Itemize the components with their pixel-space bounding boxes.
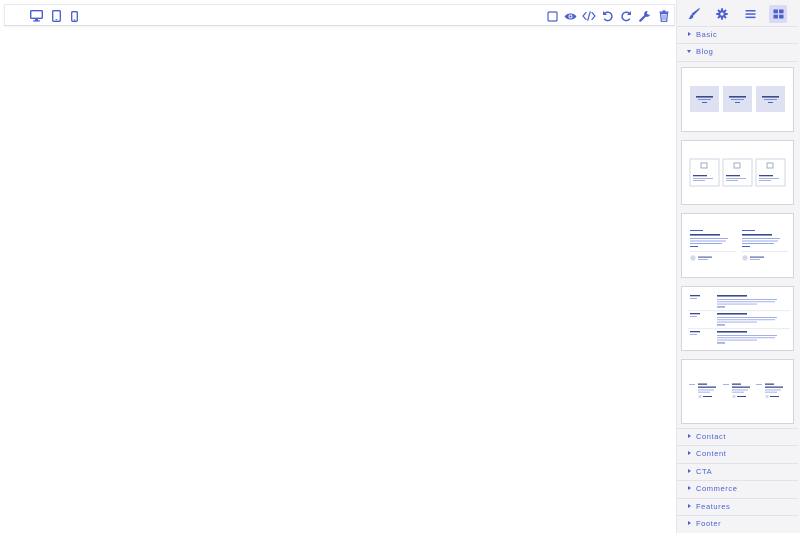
category-label: CTA bbox=[696, 467, 713, 476]
blog-block-5-icon bbox=[689, 383, 783, 399]
mobile-icon[interactable] bbox=[66, 8, 82, 24]
caret-right-icon bbox=[688, 469, 691, 473]
category-blog[interactable]: Blog bbox=[677, 43, 798, 60]
category-label: Features bbox=[696, 502, 731, 511]
category-basic[interactable]: Basic bbox=[677, 26, 798, 43]
category-cta[interactable]: CTA bbox=[677, 463, 798, 480]
caret-right-icon bbox=[688, 521, 691, 525]
redo-icon[interactable] bbox=[618, 8, 634, 24]
blog-block-5[interactable] bbox=[681, 359, 794, 424]
caret-right-icon bbox=[688, 504, 691, 508]
category-content[interactable]: Content bbox=[677, 445, 798, 462]
blog-block-2-icon bbox=[689, 158, 786, 187]
category-footer[interactable]: Footer bbox=[677, 515, 798, 533]
blog-block-2[interactable] bbox=[681, 140, 794, 205]
editor-canvas[interactable] bbox=[0, 27, 676, 533]
tablet-icon[interactable] bbox=[48, 8, 64, 24]
blog-block-1-icon bbox=[690, 86, 785, 112]
desktop-icon[interactable] bbox=[28, 8, 44, 24]
category-label: Contact bbox=[696, 432, 727, 441]
code-icon[interactable] bbox=[581, 8, 597, 24]
caret-right-icon bbox=[688, 434, 691, 438]
trash-icon[interactable] bbox=[656, 8, 672, 24]
eye-icon[interactable] bbox=[562, 8, 578, 24]
gear-icon[interactable] bbox=[713, 5, 731, 23]
category-label: Content bbox=[696, 449, 727, 458]
category-label: Basic bbox=[696, 30, 718, 39]
right-panel: Basic Blog Contact Content CTA Commerce … bbox=[676, 0, 800, 533]
top-toolbar bbox=[4, 4, 675, 26]
wrench-icon[interactable] bbox=[637, 8, 653, 24]
caret-right-icon bbox=[688, 451, 691, 455]
blocks-grid-icon[interactable] bbox=[769, 5, 787, 23]
category-label: Blog bbox=[696, 47, 714, 56]
caret-down-icon bbox=[687, 50, 691, 53]
square-outline-icon[interactable] bbox=[544, 8, 560, 24]
blog-block-1[interactable] bbox=[681, 67, 794, 132]
blog-block-3-icon bbox=[690, 230, 788, 261]
category-commerce[interactable]: Commerce bbox=[677, 480, 798, 497]
paint-brush-icon[interactable] bbox=[685, 5, 703, 23]
category-features[interactable]: Features bbox=[677, 498, 798, 515]
layers-icon[interactable] bbox=[741, 5, 759, 23]
blog-block-3[interactable] bbox=[681, 213, 794, 278]
category-label: Footer bbox=[696, 519, 722, 528]
panel-tabs bbox=[677, 0, 800, 27]
blog-block-4-icon bbox=[688, 295, 790, 344]
caret-right-icon bbox=[688, 486, 691, 490]
category-label: Commerce bbox=[696, 484, 738, 493]
category-contact[interactable]: Contact bbox=[677, 428, 798, 445]
blog-block-4[interactable] bbox=[681, 286, 794, 351]
caret-right-icon bbox=[688, 32, 691, 36]
undo-icon[interactable] bbox=[600, 8, 616, 24]
blog-blocks-container bbox=[677, 61, 798, 428]
